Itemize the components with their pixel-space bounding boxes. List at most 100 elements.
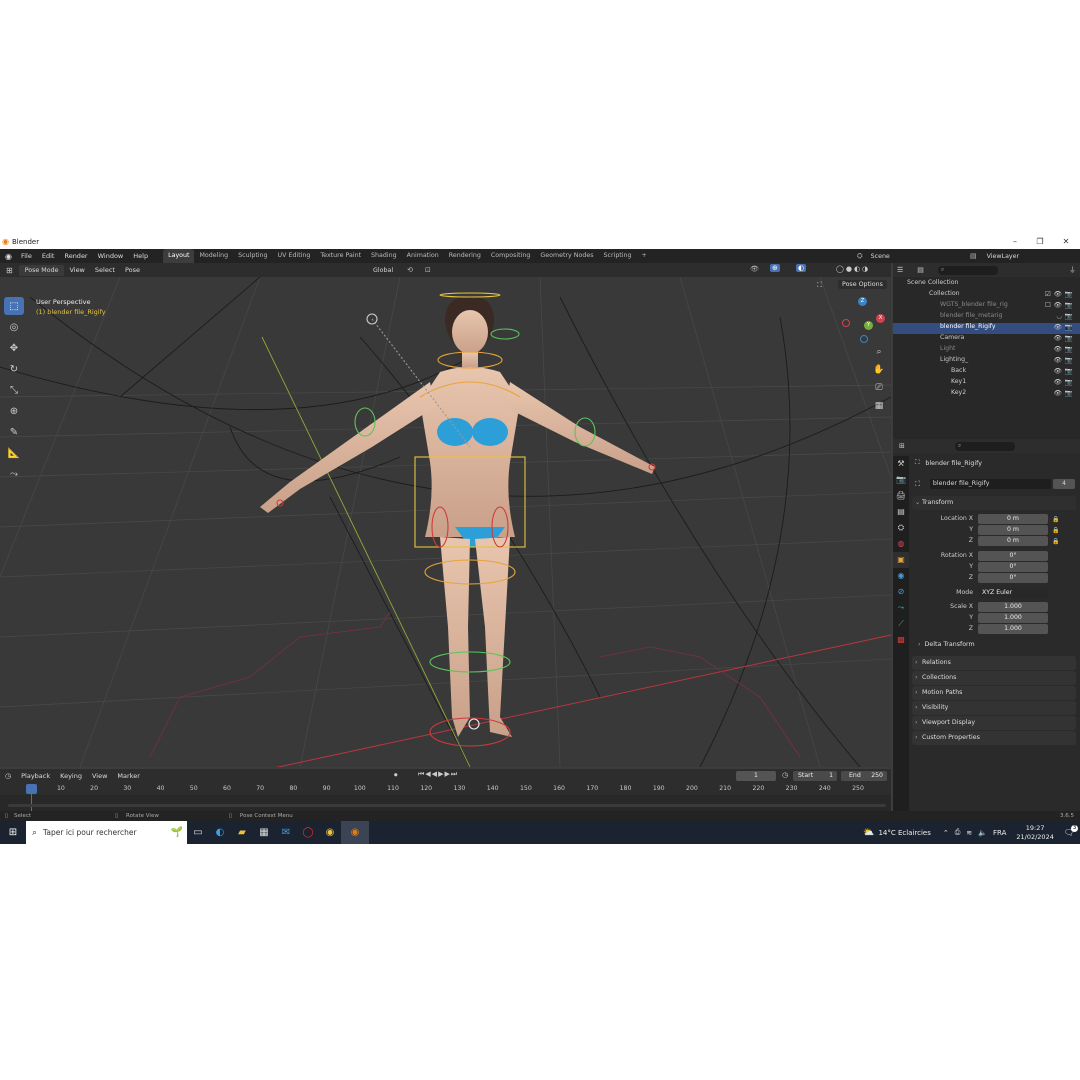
move-tool-icon[interactable]: ✥: [4, 339, 24, 357]
timeline-area[interactable]: 1102030405060708090100110120130140150160…: [0, 783, 891, 811]
pose-options-dropdown[interactable]: Pose Options: [838, 280, 887, 289]
lock-icon[interactable]: 🔒 🔒 🔒: [1052, 514, 1059, 547]
outliner-item-rigify[interactable]: blender file_Rigify 👁📷: [893, 323, 1080, 334]
world-tab-icon[interactable]: ◍: [893, 536, 909, 552]
visibility-icon[interactable]: 👁: [750, 265, 759, 273]
gizmo-neg-z[interactable]: [860, 335, 868, 343]
object-tab-icon[interactable]: ▣: [893, 552, 909, 568]
tab-scripting[interactable]: Scripting: [599, 249, 637, 263]
playback-controls-icon[interactable]: ⏮◀◀▶▶⏭: [418, 770, 458, 779]
outliner-scene-collection[interactable]: Scene Collection: [893, 279, 1080, 290]
measure-tool-icon[interactable]: 📐: [4, 444, 24, 462]
viewport-menu-view[interactable]: View: [64, 263, 89, 277]
scale-x-field[interactable]: 1.000: [978, 602, 1048, 612]
visibility-toggles[interactable]: ☑👁📷: [1045, 290, 1076, 298]
view-layer-tab-icon[interactable]: ▤: [893, 504, 909, 520]
mail-icon[interactable]: ✉: [275, 821, 297, 844]
timeline-menu-view[interactable]: View: [87, 769, 112, 783]
viewport-menu-select[interactable]: Select: [90, 263, 120, 277]
output-tab-icon[interactable]: 🖨: [893, 488, 909, 504]
outliner-item-key2[interactable]: Key2 👁📷: [893, 389, 1080, 400]
scene-tab-icon[interactable]: ⛭: [893, 520, 909, 536]
scale-y-field[interactable]: 1.000: [978, 613, 1048, 623]
properties-editor-icon[interactable]: ⊞: [899, 442, 905, 450]
visibility-toggles[interactable]: 👁📷: [1054, 323, 1076, 331]
outliner-item-collection[interactable]: Collection ☑👁📷: [893, 290, 1080, 301]
wifi-icon[interactable]: ≋: [966, 829, 972, 837]
tab-layout[interactable]: Layout: [163, 249, 195, 263]
blender-taskbar-icon[interactable]: ◉: [341, 821, 369, 844]
location-y-field[interactable]: 0 m: [978, 525, 1048, 535]
render-tab-icon[interactable]: 📷: [893, 472, 909, 488]
close-button[interactable]: ✕: [1059, 237, 1073, 246]
visibility-toggles[interactable]: 👁📷: [1054, 334, 1076, 342]
location-x-field[interactable]: 0 m: [978, 514, 1048, 524]
scale-tool-icon[interactable]: ⤡: [4, 381, 24, 399]
overlay-toggle-icon[interactable]: ◐: [796, 264, 807, 272]
delta-transform-subpanel[interactable]: › Delta Transform: [918, 641, 975, 648]
rotation-z-field[interactable]: 0°: [978, 573, 1048, 583]
tab-modeling[interactable]: Modeling: [194, 249, 233, 263]
3d-viewport[interactable]: User Perspective (1) blender file_Rigify…: [0, 277, 891, 767]
timeline-menu-marker[interactable]: Marker: [112, 769, 144, 783]
taskbar-search-box[interactable]: ⌕ Taper ici pour rechercher 🌱: [26, 821, 187, 844]
physics-tab-icon[interactable]: ◉: [893, 568, 909, 584]
timeline-scrollbar[interactable]: [8, 804, 886, 807]
outliner-item-camera[interactable]: Camera 👁📷: [893, 334, 1080, 345]
chrome-icon[interactable]: ◉: [319, 821, 341, 844]
transform-tool-icon[interactable]: ⊕: [4, 402, 24, 420]
tab-animation[interactable]: Animation: [402, 249, 444, 263]
network-icon[interactable]: ⎙: [955, 828, 961, 837]
perspective-grid-icon[interactable]: ▦: [872, 399, 886, 413]
end-frame-field[interactable]: End 250: [841, 771, 887, 781]
tab-geometry-nodes[interactable]: Geometry Nodes: [535, 249, 598, 263]
outliner-item-lighting[interactable]: Lighting_ 👁📷: [893, 356, 1080, 367]
outliner-editor-icon[interactable]: ☰: [897, 266, 903, 274]
navigation-gizmo[interactable]: Z X Y: [842, 297, 886, 343]
outliner-search-icon[interactable]: ⌕: [937, 265, 998, 275]
gizmo-x-axis[interactable]: X: [876, 314, 885, 323]
users-count[interactable]: 4: [1053, 479, 1075, 489]
tab-uv-editing[interactable]: UV Editing: [273, 249, 316, 263]
orientation-dropdown[interactable]: Global: [373, 267, 393, 274]
relations-panel[interactable]: › Relations: [912, 656, 1076, 670]
gizmo-toggle-icon[interactable]: ⊕: [770, 264, 780, 272]
language-indicator[interactable]: FRA: [993, 829, 1006, 837]
editor-type-icon[interactable]: ⊞: [0, 266, 19, 275]
datablock-selector[interactable]: ⛶ blender file_Rigify 4: [915, 479, 1075, 489]
snap-icon[interactable]: ⊡: [425, 266, 431, 274]
visibility-toggles[interactable]: ◡📷: [1056, 312, 1076, 320]
tray-chevron-icon[interactable]: ⌃: [943, 829, 949, 837]
rotate-tool-icon[interactable]: ↻: [4, 360, 24, 378]
tab-sculpting[interactable]: Sculpting: [233, 249, 272, 263]
menu-render[interactable]: Render: [59, 249, 92, 263]
opera-icon[interactable]: ◯: [297, 821, 319, 844]
gizmo-neg-x[interactable]: [842, 319, 850, 327]
transform-panel-header[interactable]: ⌄ Transform: [912, 496, 1076, 510]
shading-mode-icons[interactable]: ◯●◐◑: [836, 265, 870, 273]
gizmo-z-axis[interactable]: Z: [858, 297, 867, 306]
outliner-item-key1[interactable]: Key1 👁📷: [893, 378, 1080, 389]
outliner-item-back[interactable]: Back 👁📷: [893, 367, 1080, 378]
visibility-toggles[interactable]: 👁📷: [1054, 389, 1076, 397]
menu-help[interactable]: Help: [128, 249, 153, 263]
rotation-y-field[interactable]: 0°: [978, 562, 1048, 572]
menu-edit[interactable]: Edit: [37, 249, 60, 263]
scale-z-field[interactable]: 1.000: [978, 624, 1048, 634]
view-layer-selector[interactable]: ▤ ViewLayer: [970, 251, 1019, 261]
bone-tab-icon[interactable]: ⟋: [893, 616, 909, 632]
viewport-menu-pose[interactable]: Pose: [120, 263, 145, 277]
viewport-display-panel[interactable]: › Viewport Display: [912, 716, 1076, 730]
outliner-item-wgts[interactable]: WGTS_blender file_rig ☐👁📷: [893, 301, 1080, 312]
scene-selector[interactable]: ⛭ Scene: [857, 251, 921, 261]
pivot-icon[interactable]: ⟲: [407, 266, 413, 274]
timeline-editor-icon[interactable]: ◷: [0, 772, 16, 780]
motion-paths-panel[interactable]: › Motion Paths: [912, 686, 1076, 700]
add-workspace-button[interactable]: +: [637, 249, 652, 263]
collections-panel[interactable]: › Collections: [912, 671, 1076, 685]
tab-compositing[interactable]: Compositing: [486, 249, 535, 263]
visibility-panel[interactable]: › Visibility: [912, 701, 1076, 715]
view-lock-icon[interactable]: ⛶: [817, 281, 822, 290]
custom-properties-panel[interactable]: › Custom Properties: [912, 731, 1076, 745]
store-icon[interactable]: ▦: [253, 821, 275, 844]
